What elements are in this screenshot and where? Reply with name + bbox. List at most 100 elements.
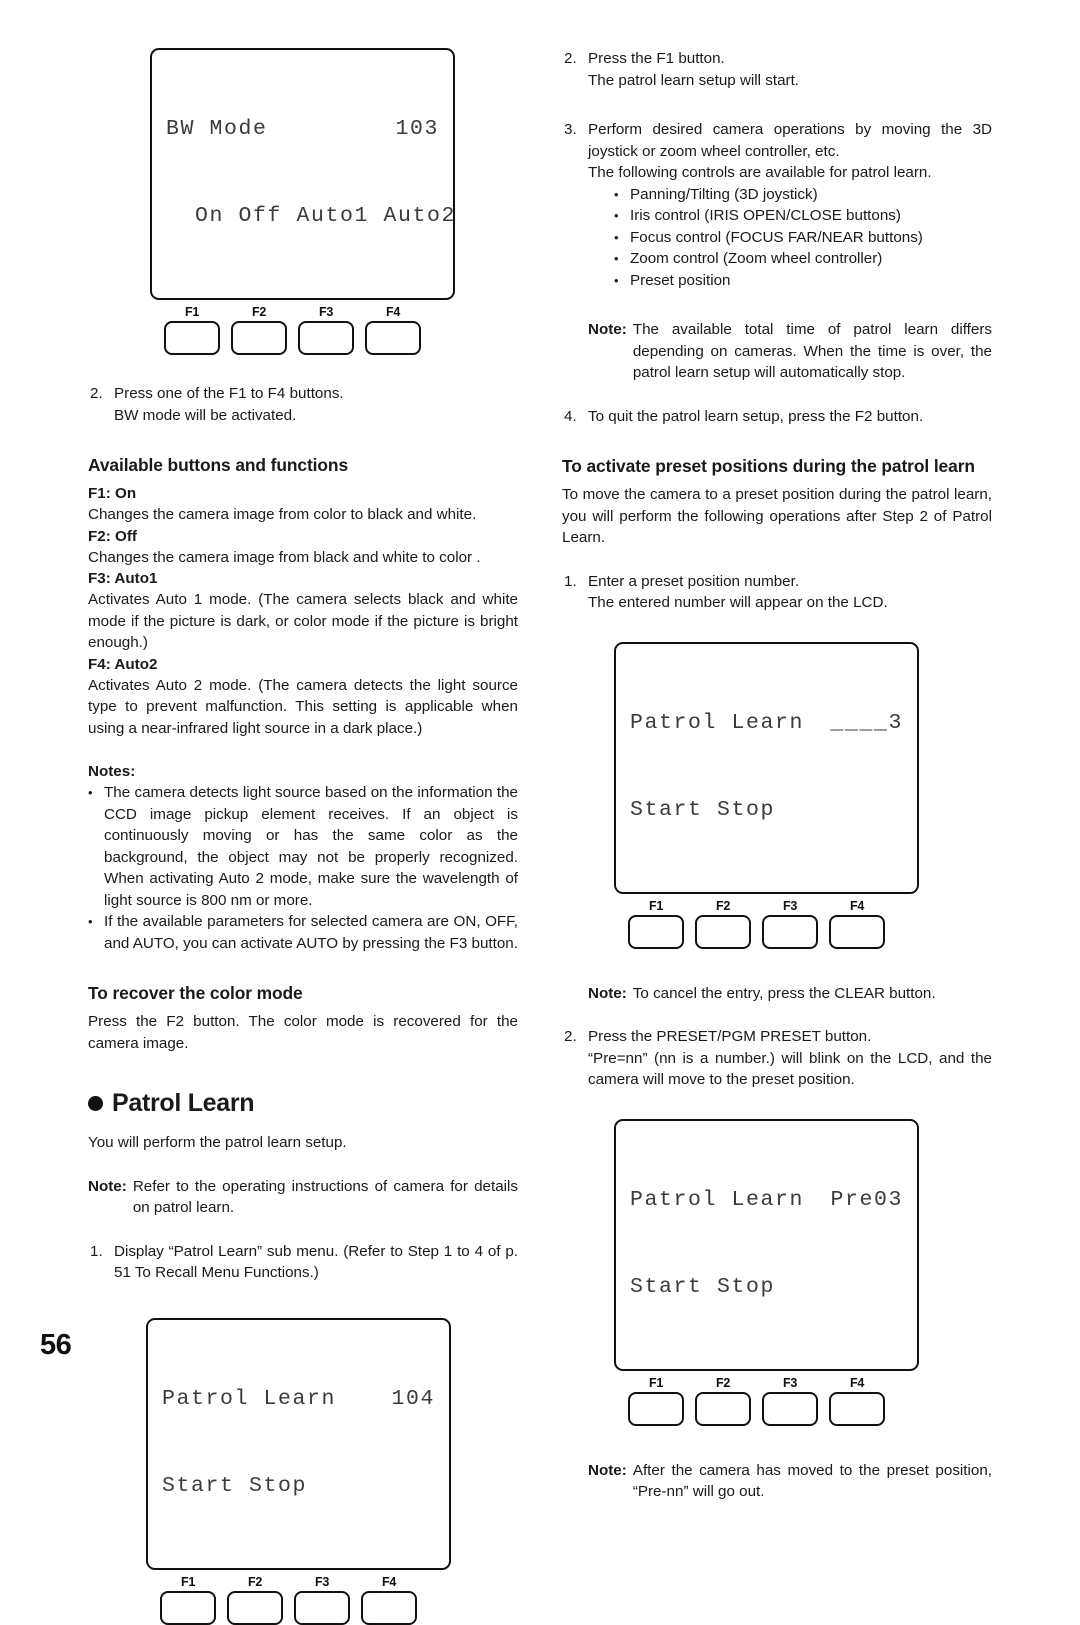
function-button-f4[interactable]: F4 <box>829 899 885 949</box>
step-text: Press one of the F1 to F4 buttons. BW mo… <box>114 383 518 426</box>
lcd-line-2: Start Stop <box>162 1473 308 1498</box>
page-number: 56 <box>40 1329 72 1361</box>
lcd-line1-right: 104 <box>391 1386 435 1411</box>
lcd-line-1: BW Mode 103 <box>166 115 439 144</box>
function-key-cap[interactable] <box>227 1590 283 1625</box>
lcd-screen: Patrol Learn 104 Start Stop <box>146 1317 451 1570</box>
function-key-cap[interactable] <box>365 321 421 355</box>
lcd-line1-left: Patrol Learn <box>630 1187 805 1212</box>
lcd-panel-patrol-learn-104: Patrol Learn 104 Start Stop F1 F2 F3 F4 <box>146 1317 451 1625</box>
step-text: Display “Patrol Learn” sub menu. (Refer … <box>114 1242 518 1282</box>
patrol-controls-list: • Panning/Tilting (3D joystick) • Iris c… <box>614 184 992 292</box>
lcd-line-1: Patrol Learn 104 <box>162 1385 435 1414</box>
function-button-f4[interactable]: F4 <box>361 1575 417 1625</box>
function-button-label: F4 <box>382 1574 396 1589</box>
function-button-f2[interactable]: F2 <box>695 1376 751 1426</box>
lcd-panel-patrol-learn-pre03: Patrol Learn Pre03 Start Stop F1 F2 F3 F… <box>614 1118 919 1426</box>
step-line-1: Perform desired camera operations by mov… <box>588 121 992 160</box>
lcd-line1-left: Patrol Learn <box>630 710 805 735</box>
step-line-1: Press the PRESET/PGM PRESET button. <box>588 1028 872 1045</box>
function-button-f2[interactable]: F2 <box>227 1575 283 1625</box>
function-desc-f1: Changes the camera image from color to b… <box>88 506 477 523</box>
function-button-f1[interactable]: F1 <box>164 305 220 355</box>
function-key-cap[interactable] <box>294 1590 350 1625</box>
note-cancel-entry: Note: To cancel the entry, press the CLE… <box>588 983 992 1005</box>
function-button-f4[interactable]: F4 <box>365 305 421 355</box>
function-button-f3[interactable]: F3 <box>298 305 354 355</box>
step-number: 1. <box>564 572 577 590</box>
function-button-f2[interactable]: F2 <box>695 899 751 949</box>
function-button-f4[interactable]: F4 <box>829 1376 885 1426</box>
function-label-f3: F3: Auto1 <box>88 570 158 587</box>
note-text: To cancel the entry, press the CLEAR but… <box>632 984 936 1002</box>
function-key-cap[interactable] <box>829 914 885 949</box>
function-button-label: F2 <box>716 1375 730 1390</box>
function-key-cap[interactable] <box>164 321 220 355</box>
function-key-cap[interactable] <box>298 321 354 355</box>
right-step-3: 3. Perform desired camera operations by … <box>562 119 992 184</box>
function-key-cap[interactable] <box>762 914 818 949</box>
lcd-line-2: On Off Auto1 Auto2 <box>166 204 457 228</box>
lcd-line1-left: BW Mode <box>166 117 268 141</box>
function-button-label: F3 <box>783 898 797 913</box>
function-button-label: F3 <box>319 305 333 319</box>
function-desc-f2: Changes the camera image from black and … <box>88 548 481 566</box>
note-label: Note: <box>588 321 627 338</box>
function-key-cap[interactable] <box>695 914 751 949</box>
function-key-cap[interactable] <box>829 1391 885 1426</box>
function-label-f2: F2: Off <box>88 527 137 545</box>
function-key-cap[interactable] <box>762 1391 818 1426</box>
function-button-f3[interactable]: F3 <box>762 899 818 949</box>
lcd-line1-right: 103 <box>395 117 439 141</box>
right-step-2: 2. Press the F1 button. The patrol learn… <box>562 48 992 91</box>
lcd-screen: BW Mode 103 On Off Auto1 Auto2 <box>150 48 455 300</box>
heading-activate-preset-positions: To activate preset positions during the … <box>562 456 975 476</box>
step-text: To quit the patrol learn setup, press th… <box>588 407 924 425</box>
function-button-label: F1 <box>649 898 663 913</box>
lcd-line1-right: ____3 <box>830 710 903 735</box>
note-preset-moved: Note: After the camera has moved to the … <box>588 1460 992 1503</box>
note-patrol-learn-reference: Note: Refer to the operating instruction… <box>88 1176 518 1219</box>
function-button-label: F3 <box>783 1375 797 1390</box>
step-line-1: Press one of the F1 to F4 buttons. <box>114 385 344 402</box>
preset-step-1: 1. Enter a preset position number. The e… <box>562 571 992 614</box>
lcd-panel-bw-mode: BW Mode 103 On Off Auto1 Auto2 F1 F2 F3 <box>150 48 455 355</box>
step-line-2: BW mode will be activated. <box>114 406 297 424</box>
note-item: • If the available parameters for select… <box>88 911 518 954</box>
function-button-f1[interactable]: F1 <box>628 899 684 949</box>
lcd-line-2: Start Stop <box>630 797 776 822</box>
step-line-1: Press the F1 button. <box>588 50 725 67</box>
function-button-label: F3 <box>315 1574 329 1589</box>
note-text: The available total time of patrol learn… <box>632 321 992 381</box>
function-key-cap[interactable] <box>160 1590 216 1625</box>
function-button-f1[interactable]: F1 <box>628 1376 684 1426</box>
note-label: Note: <box>588 1461 627 1479</box>
function-key-cap[interactable] <box>695 1391 751 1426</box>
function-key-cap[interactable] <box>231 321 287 355</box>
step-line-2: The entered number will appear on the LC… <box>588 594 888 611</box>
note-item-text: If the available parameters for selected… <box>104 913 518 952</box>
preset-step-2: 2. Press the PRESET/PGM PRESET button. “… <box>562 1026 992 1091</box>
heading-patrol-learn-text: Patrol Learn <box>112 1089 255 1117</box>
step-text: Press the PRESET/PGM PRESET button. “Pre… <box>588 1026 992 1091</box>
function-button-f1[interactable]: F1 <box>160 1575 216 1625</box>
function-button-row: F1 F2 F3 F4 <box>164 305 455 355</box>
lcd-screen: Patrol Learn ____3 Start Stop <box>614 641 919 894</box>
function-key-cap[interactable] <box>628 914 684 949</box>
function-button-label: F4 <box>850 898 864 913</box>
function-button-f3[interactable]: F3 <box>762 1376 818 1426</box>
function-key-cap[interactable] <box>361 1590 417 1625</box>
bullet-icon: • <box>88 785 93 800</box>
function-button-f2[interactable]: F2 <box>231 305 287 355</box>
step-number: 2. <box>90 385 103 402</box>
function-button-f3[interactable]: F3 <box>294 1575 350 1625</box>
function-key-cap[interactable] <box>628 1391 684 1426</box>
function-button-row: F1 F2 F3 F4 <box>160 1575 451 1625</box>
list-item: • Panning/Tilting (3D joystick) <box>614 184 992 206</box>
note-text: Refer to the operating instructions of c… <box>132 1177 518 1217</box>
function-label-f1: F1: On <box>88 485 137 502</box>
step-number: 2. <box>564 50 577 67</box>
step-text: Press the F1 button. The patrol learn se… <box>588 48 992 91</box>
lcd-line-1: Patrol Learn ____3 <box>630 709 903 738</box>
right-column: 2. Press the F1 button. The patrol learn… <box>562 48 992 1503</box>
